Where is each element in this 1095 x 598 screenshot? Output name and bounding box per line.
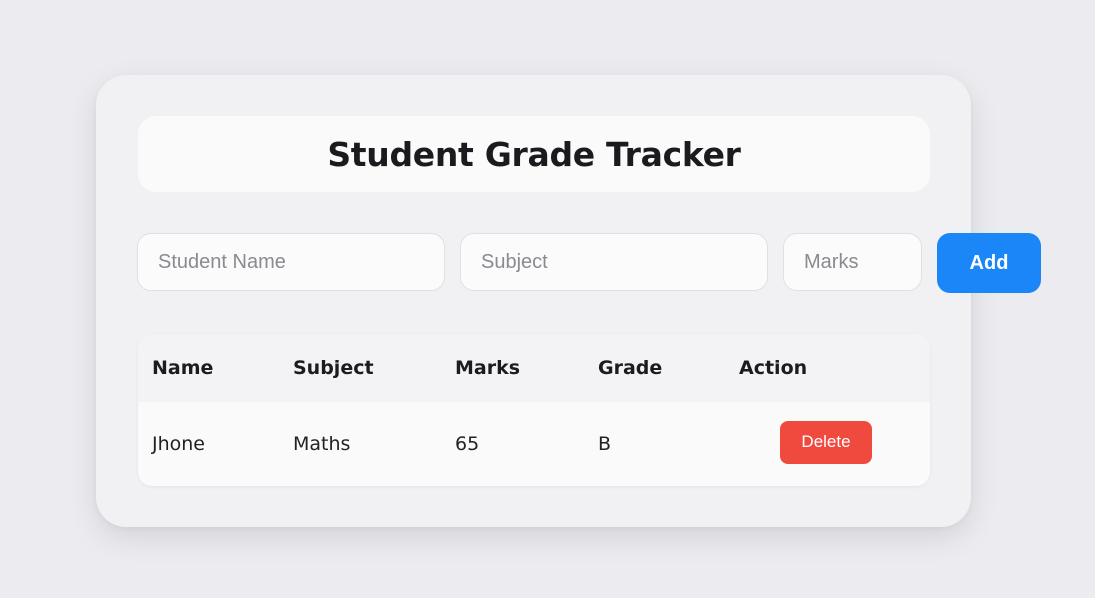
table-header: Name Subject Marks Grade Action	[138, 334, 930, 402]
column-header-subject: Subject	[293, 357, 374, 379]
cell-marks: 65	[455, 433, 480, 455]
cell-name: Jhone	[152, 433, 206, 455]
student-name-input[interactable]	[137, 233, 445, 291]
subject-input[interactable]	[460, 233, 768, 291]
grade-tracker-card: Student Grade Tracker Add Name Subject M…	[96, 75, 1041, 527]
cell-action: Delete	[725, 402, 930, 486]
page-title: Student Grade Tracker	[327, 134, 741, 174]
table-body: Jhone Maths 65 B Delete	[138, 402, 930, 486]
title-box: Student Grade Tracker	[138, 116, 930, 192]
column-header-marks: Marks	[455, 357, 521, 379]
cell-subject: Maths	[293, 433, 351, 455]
table-row: Jhone Maths 65 B Delete	[138, 402, 930, 486]
marks-input[interactable]	[783, 233, 922, 291]
grades-table-container: Name Subject Marks Grade Action Jhone Ma…	[138, 334, 930, 486]
add-button[interactable]: Add	[937, 233, 1041, 293]
column-header-action: Action	[739, 357, 808, 379]
cell-grade: B	[598, 433, 612, 455]
grades-table: Name Subject Marks Grade Action Jhone Ma…	[138, 334, 930, 486]
column-header-name: Name	[152, 357, 214, 379]
column-header-grade: Grade	[598, 357, 663, 379]
delete-button[interactable]: Delete	[780, 420, 872, 464]
table-header-row: Name Subject Marks Grade Action	[138, 334, 930, 402]
